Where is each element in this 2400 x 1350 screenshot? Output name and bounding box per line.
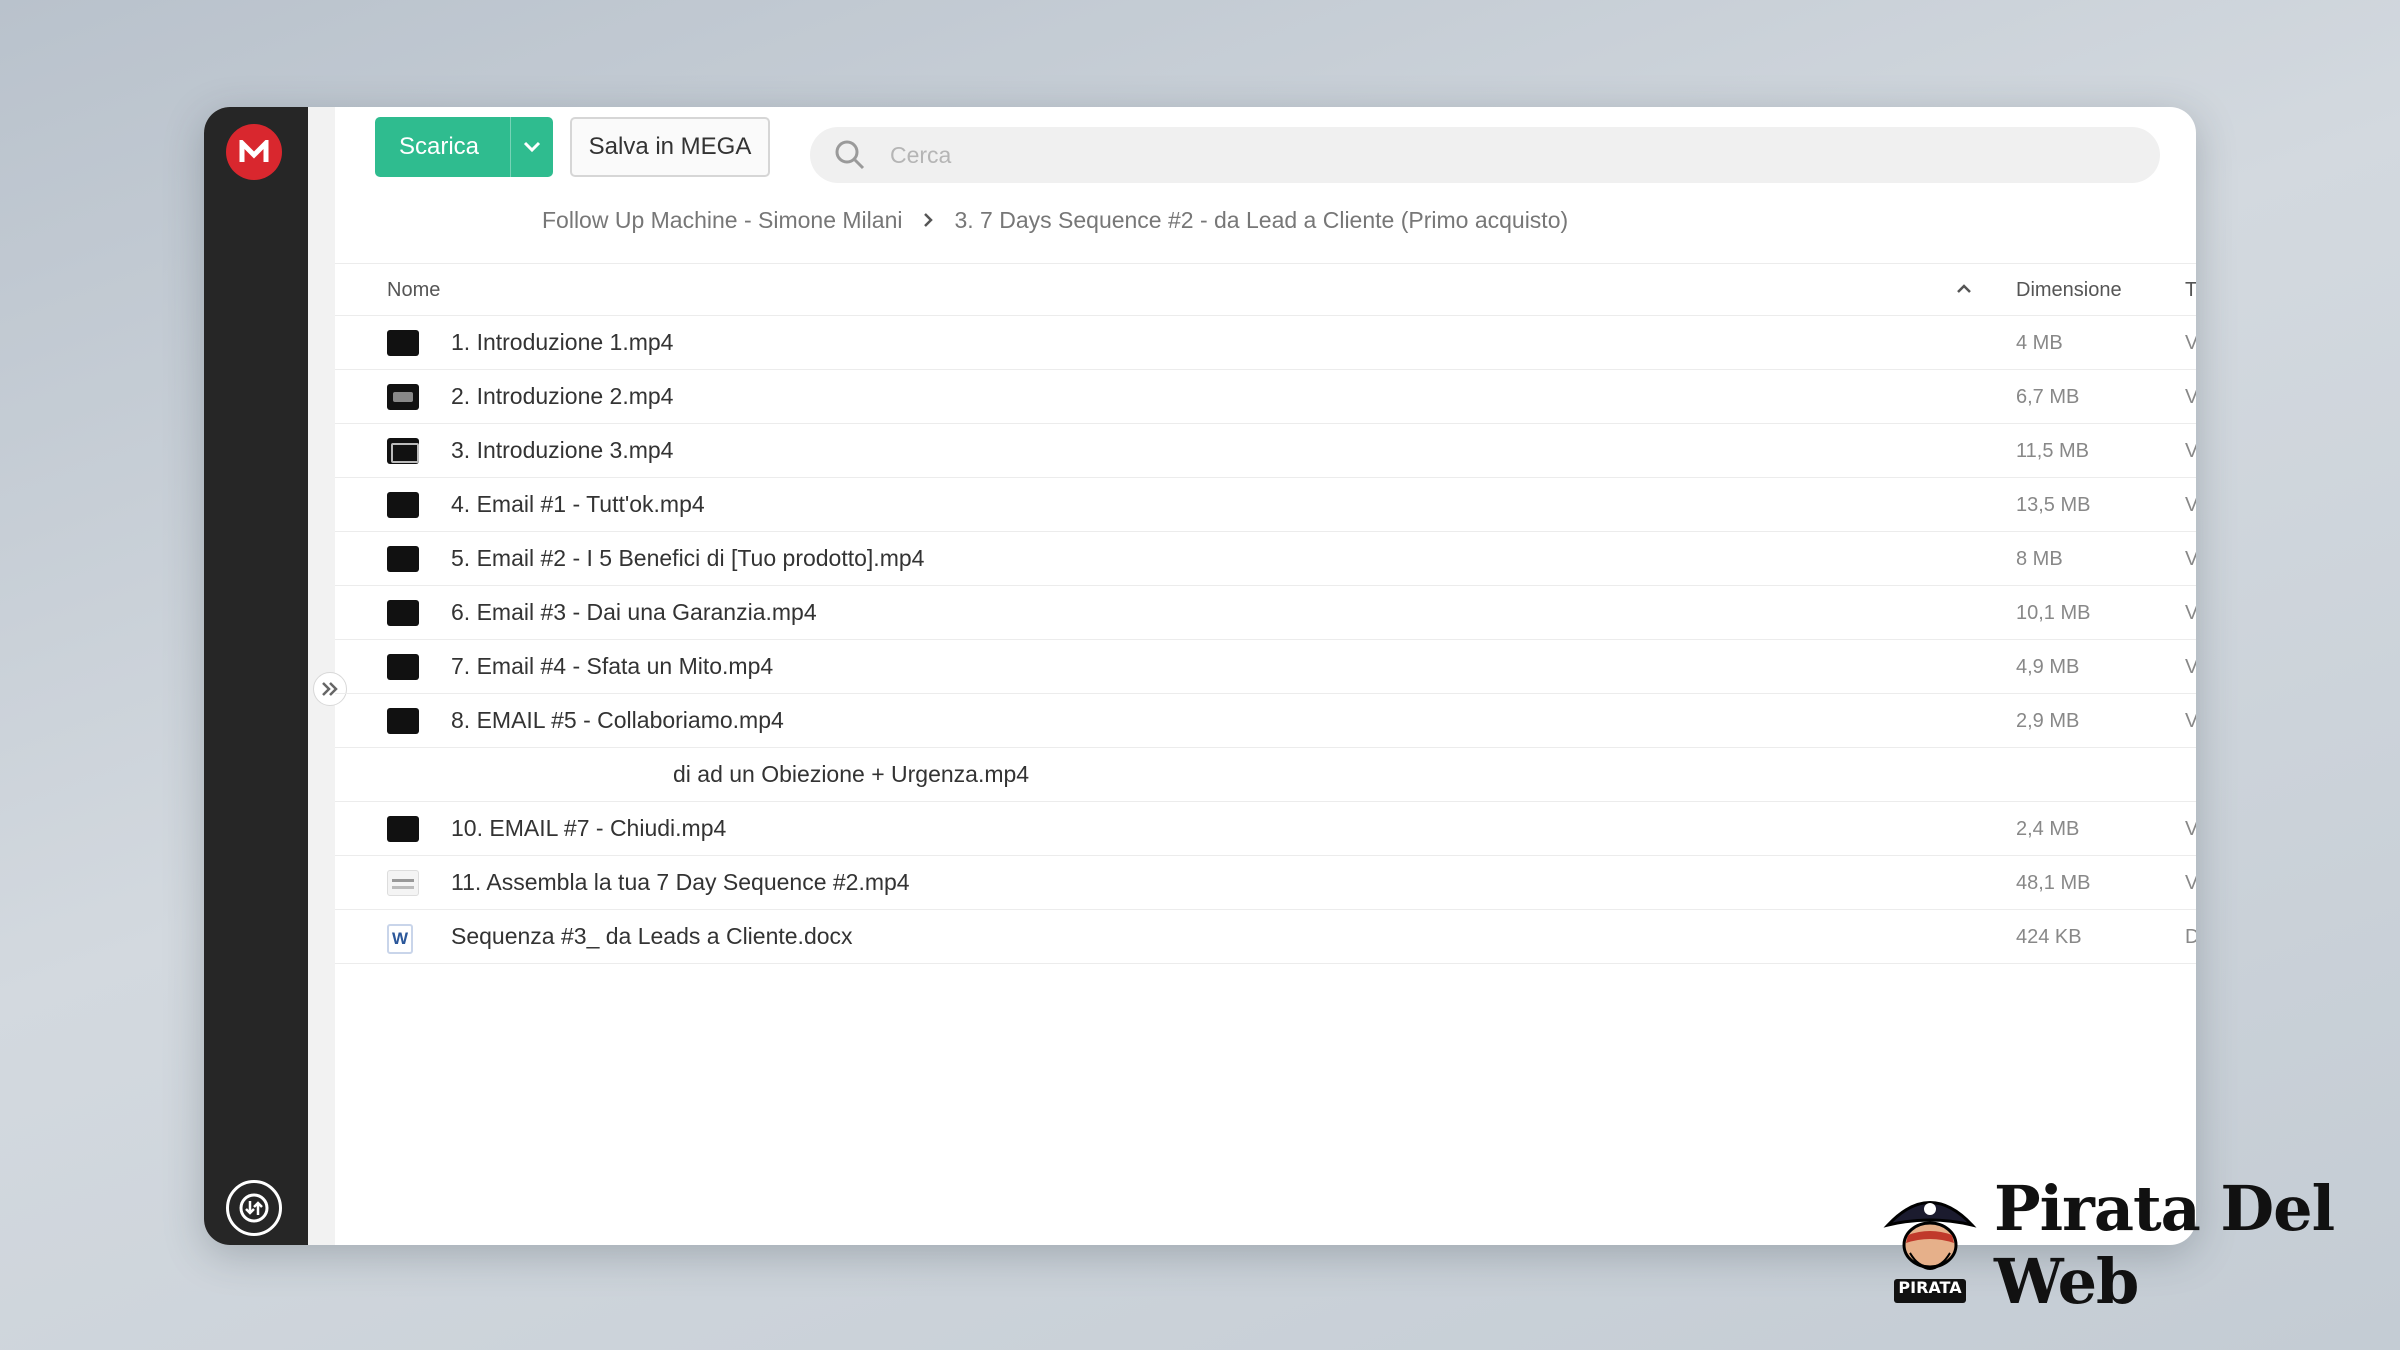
table-row[interactable]: 7. Email #4 - Sfata un Mito.mp4 4,9 MB V… bbox=[335, 640, 2196, 694]
mega-logo-icon[interactable] bbox=[226, 124, 282, 180]
column-header-type[interactable]: Tipo bbox=[2185, 279, 2196, 302]
file-type: Video MPEG-4 bbox=[2185, 602, 2196, 624]
file-name: 1. Introduzione 1.mp4 bbox=[451, 329, 674, 355]
sort-ascending-icon[interactable] bbox=[1955, 278, 1973, 301]
column-header-size[interactable]: Dimensione bbox=[2016, 279, 2122, 302]
table-row[interactable]: 8. EMAIL #5 - Collaboriamo.mp4 2,9 MB Vi… bbox=[335, 694, 2196, 748]
chevron-right-icon bbox=[922, 212, 934, 228]
file-type: Video MPEG-4 bbox=[2185, 548, 2196, 570]
file-type: Video MPEG-4 bbox=[2185, 872, 2196, 894]
chevron-down-icon[interactable] bbox=[510, 117, 553, 177]
file-name: Sequenza #3_ da Leads a Cliente.docx bbox=[451, 923, 853, 949]
brand-name: Pirata Del Web bbox=[1994, 1172, 2335, 1318]
download-button[interactable]: Scarica bbox=[375, 117, 553, 177]
file-name: 8. EMAIL #5 - Collaboriamo.mp4 bbox=[451, 707, 784, 733]
search-input[interactable] bbox=[890, 141, 2090, 169]
file-type: Video MPEG-4 bbox=[2185, 818, 2196, 840]
file-size: 6,7 MB bbox=[2016, 386, 2080, 408]
table-row[interactable]: 11. Assembla la tua 7 Day Sequence #2.mp… bbox=[335, 856, 2196, 910]
file-name: 3. Introduzione 3.mp4 bbox=[451, 437, 674, 463]
file-type: Video MPEG-4 bbox=[2185, 710, 2196, 732]
file-type: Video MPEG-4 bbox=[2185, 332, 2196, 354]
file-name: 2. Introduzione 2.mp4 bbox=[451, 383, 674, 409]
video-thumbnail-icon bbox=[387, 438, 419, 464]
transfer-manager-icon[interactable] bbox=[226, 1180, 282, 1236]
file-list: 1. Introduzione 1.mp4 4 MB Video MPEG-4 … bbox=[335, 316, 2196, 964]
breadcrumb: Follow Up Machine - Simone Milani 3. 7 D… bbox=[542, 203, 1568, 237]
file-type: Video MPEG-4 bbox=[2185, 494, 2196, 516]
file-name: 6. Email #3 - Dai una Garanzia.mp4 bbox=[451, 599, 817, 625]
video-thumbnail-icon bbox=[387, 600, 419, 626]
table-row[interactable]: di ad un Obiezione + Urgenza.mp4 bbox=[335, 748, 2196, 802]
table-row[interactable]: 5. Email #2 - I 5 Benefici di [Tuo prodo… bbox=[335, 532, 2196, 586]
video-thumbnail-icon bbox=[387, 384, 419, 410]
table-row[interactable]: 4. Email #1 - Tutt'ok.mp4 13,5 MB Video … bbox=[335, 478, 2196, 532]
file-type: Video MPEG-4 bbox=[2185, 440, 2196, 462]
breadcrumb-item-current[interactable]: 3. 7 Days Sequence #2 - da Lead a Client… bbox=[954, 207, 1568, 234]
table-row[interactable]: 1. Introduzione 1.mp4 4 MB Video MPEG-4 bbox=[335, 316, 2196, 370]
table-row[interactable]: 3. Introduzione 3.mp4 11,5 MB Video MPEG… bbox=[335, 424, 2196, 478]
download-button-label: Scarica bbox=[399, 133, 480, 160]
video-thumbnail-icon bbox=[387, 816, 419, 842]
file-size: 10,1 MB bbox=[2016, 602, 2091, 624]
file-type: Video MPEG-4 bbox=[2185, 656, 2196, 678]
file-size: 11,5 MB bbox=[2016, 440, 2089, 462]
word-document-icon: W bbox=[387, 924, 419, 954]
table-row[interactable]: W Sequenza #3_ da Leads a Cliente.docx 4… bbox=[335, 910, 2196, 964]
video-thumbnail-icon bbox=[387, 330, 419, 356]
table-header: Nome Dimensione Tipo bbox=[335, 263, 2196, 316]
breadcrumb-item-root[interactable]: Follow Up Machine - Simone Milani bbox=[542, 207, 902, 234]
file-name: 11. Assembla la tua 7 Day Sequence #2.mp… bbox=[451, 869, 910, 895]
search-bar[interactable] bbox=[810, 127, 2160, 183]
word-letter: W bbox=[387, 924, 413, 954]
file-name: 4. Email #1 - Tutt'ok.mp4 bbox=[451, 491, 705, 517]
video-thumbnail-icon bbox=[387, 654, 419, 680]
file-type: Video MPEG-4 bbox=[2185, 386, 2196, 408]
mega-window: Scarica Salva in MEGA Follow Up Machine … bbox=[204, 107, 2196, 1245]
file-name: 10. EMAIL #7 - Chiudi.mp4 bbox=[451, 815, 727, 841]
file-size: 48,1 MB bbox=[2016, 872, 2091, 894]
file-size: 8 MB bbox=[2016, 548, 2063, 570]
table-row[interactable]: 10. EMAIL #7 - Chiudi.mp4 2,4 MB Video M… bbox=[335, 802, 2196, 856]
sidebar bbox=[204, 107, 308, 1245]
video-thumbnail-icon bbox=[387, 546, 419, 572]
file-name: 7. Email #4 - Sfata un Mito.mp4 bbox=[451, 653, 774, 679]
column-header-name[interactable]: Nome bbox=[387, 279, 440, 302]
file-type: Documento di Micr... bbox=[2185, 926, 2196, 948]
video-thumbnail-icon bbox=[387, 492, 419, 518]
file-size: 4,9 MB bbox=[2016, 656, 2080, 678]
file-size: 2,9 MB bbox=[2016, 710, 2080, 732]
file-size: 4 MB bbox=[2016, 332, 2063, 354]
table-row[interactable]: 2. Introduzione 2.mp4 6,7 MB Video MPEG-… bbox=[335, 370, 2196, 424]
mascot-label: PIRATA bbox=[1898, 1278, 1962, 1297]
file-name: di ad un Obiezione + Urgenza.mp4 bbox=[673, 761, 1030, 787]
search-icon bbox=[810, 139, 890, 171]
save-to-mega-button[interactable]: Salva in MEGA bbox=[570, 117, 770, 177]
file-name: 5. Email #2 - I 5 Benefici di [Tuo prodo… bbox=[451, 545, 925, 571]
video-thumbnail-icon bbox=[387, 870, 419, 896]
table-row[interactable]: 6. Email #3 - Dai una Garanzia.mp4 10,1 … bbox=[335, 586, 2196, 640]
file-size: 13,5 MB bbox=[2016, 494, 2091, 516]
video-thumbnail-icon bbox=[387, 708, 419, 734]
file-size: 424 KB bbox=[2016, 926, 2082, 948]
file-size: 2,4 MB bbox=[2016, 818, 2080, 840]
